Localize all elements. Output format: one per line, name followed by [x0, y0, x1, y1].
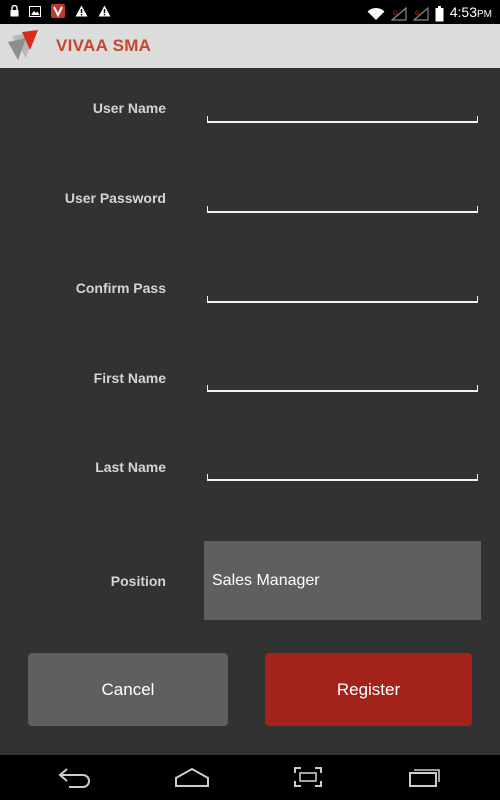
app-bar: VIVAA SMA — [0, 24, 500, 68]
position-label: Position — [110, 573, 166, 589]
warning-icon — [98, 5, 111, 17]
user-password-label: User Password — [64, 190, 166, 206]
back-icon[interactable] — [57, 766, 93, 793]
confirm-pass-label: Confirm Pass — [75, 280, 166, 296]
user-password-underline — [207, 206, 478, 213]
screen: G G 4:53PM VIVAA SMA User Name User Pass… — [0, 0, 500, 800]
nav-bar — [0, 755, 500, 800]
warning-icon — [75, 5, 88, 17]
svg-text:G: G — [393, 10, 398, 17]
register-button-label: Register — [336, 679, 401, 699]
confirm-pass-underline — [207, 296, 478, 303]
cancel-button-label: Cancel — [101, 679, 155, 699]
status-right: G G 4:53PM — [367, 3, 492, 24]
svg-text:G: G — [415, 10, 420, 17]
app-title: VIVAA SMA — [56, 36, 152, 55]
cancel-button[interactable]: Cancel — [28, 653, 228, 726]
wifi-icon — [367, 7, 385, 21]
vivaa-app-icon — [51, 4, 65, 18]
image-icon — [29, 5, 41, 17]
screenshot-icon[interactable] — [293, 766, 323, 793]
user-name-underline — [207, 116, 478, 123]
lock-icon — [10, 5, 19, 17]
last-name-label: Last Name — [95, 459, 166, 475]
last-name-underline — [207, 474, 478, 481]
register-button[interactable]: Register — [265, 653, 472, 726]
status-left — [10, 4, 111, 18]
status-time-value: 4:53 — [449, 4, 477, 20]
status-bar: G G 4:53PM — [0, 0, 500, 24]
battery-icon — [435, 5, 444, 22]
cellular-signal-icon: G — [412, 6, 429, 21]
user-name-label: User Name — [92, 100, 166, 116]
home-icon[interactable] — [174, 766, 210, 793]
status-time: 4:53PM — [450, 3, 492, 24]
position-selected-value: Sales Manager — [212, 571, 320, 589]
position-select[interactable]: Sales Manager — [204, 541, 481, 620]
first-name-label: First Name — [93, 370, 166, 386]
first-name-underline — [207, 385, 478, 392]
recent-apps-icon[interactable] — [408, 766, 442, 793]
cellular-signal-icon: G — [390, 6, 407, 21]
app-logo-icon — [4, 28, 40, 69]
status-time-suffix: PM — [477, 9, 492, 20]
